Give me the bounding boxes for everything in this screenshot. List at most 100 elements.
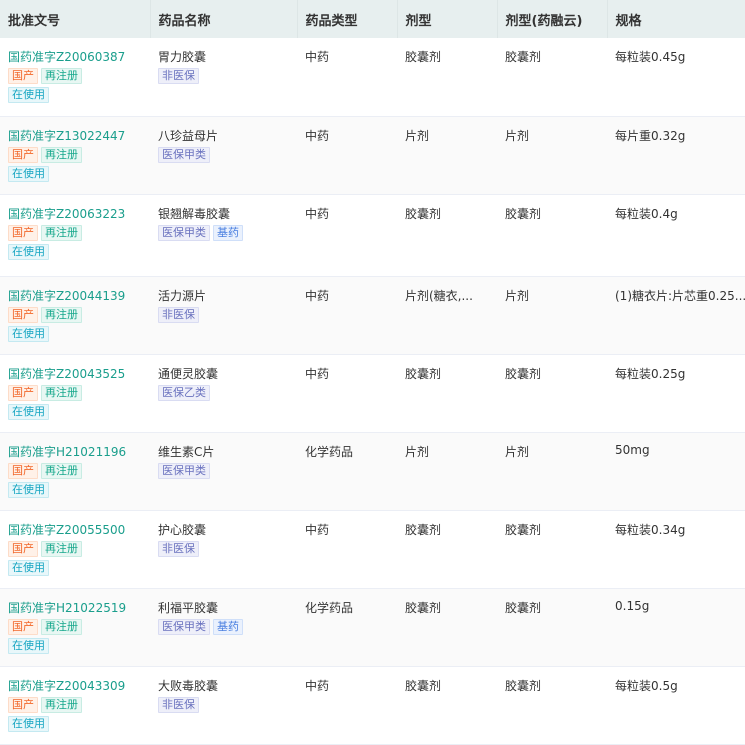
insurance-tag: 基药	[213, 224, 243, 241]
approval-link[interactable]: 国药准字Z13022447	[8, 127, 142, 144]
registration-tag: 再注册	[41, 384, 82, 401]
insurance-tag: 医保乙类	[158, 384, 210, 401]
status-tag: 在使用	[8, 637, 49, 654]
registration-tag: 再注册	[41, 306, 82, 323]
drug-name: 维生素C片	[158, 444, 215, 459]
cell-spec: 每片重0.32g	[607, 116, 745, 195]
origin-tag: 国产	[8, 384, 38, 401]
cell-form2: 片剂	[497, 432, 607, 511]
cell-form2: 片剂	[497, 276, 607, 355]
table-row[interactable]: 国药准字Z20063223 国产 再注册 在使用 银翘解毒胶囊 医保甲类 基药 中药 胶…	[0, 194, 745, 277]
cell-form: 胶囊剂	[397, 354, 497, 433]
table-row[interactable]: 国药准字Z20043525 国产 再注册 在使用 通便灵胶囊 医保乙类 中药 胶囊剂 …	[0, 354, 745, 433]
cell-name: 通便灵胶囊 医保乙类	[150, 354, 297, 433]
registration-tag: 再注册	[41, 618, 82, 635]
table-row[interactable]: 国药准字Z20055500 国产 再注册 在使用 护心胶囊 非医保 中药 胶囊剂 胶囊…	[0, 510, 745, 589]
drug-name: 大败毒胶囊	[158, 678, 219, 693]
status-tag: 在使用	[8, 403, 49, 420]
header-approval[interactable]: 批准文号	[0, 0, 151, 38]
header-name[interactable]: 药品名称	[150, 0, 298, 38]
status-tag: 在使用	[8, 325, 49, 342]
insurance-tag: 医保甲类	[158, 618, 210, 635]
cell-type: 中药	[297, 510, 397, 589]
table-row[interactable]: 国药准字Z20044139 国产 再注册在使用 活力源片非医保 中药 片剂(糖衣,…	[0, 276, 745, 355]
approval-link[interactable]: 国药准字Z20063223	[8, 205, 142, 222]
cell-spec: 每粒装0.34g	[607, 510, 745, 589]
drug-name: 胃力胶囊	[158, 50, 207, 64]
insurance-tag: 医保甲类	[158, 224, 210, 241]
cell-form: 胶囊剂	[397, 666, 497, 745]
cell-name: 护心胶囊 非医保	[150, 510, 297, 589]
origin-tag: 国产	[8, 306, 38, 323]
insurance-tag: 医保甲类	[158, 146, 210, 163]
cell-spec: 每粒装0.4g	[607, 194, 745, 277]
drug-name: 通便灵胶囊	[158, 366, 219, 381]
cell-name: 维生素C片 医保甲类	[150, 432, 297, 511]
approval-link[interactable]: 国药准字Z20055500	[8, 521, 142, 538]
drug-table: 批准文号 药品名称 药品类型 剂型 剂型(药融云) 规格 国药准字Z200603…	[0, 0, 745, 745]
cell-name: 胃力胶囊 非医保	[150, 38, 297, 117]
cell-type: 中药	[297, 354, 397, 433]
registration-tag: 再注册	[41, 696, 82, 713]
cell-form2: 胶囊剂	[497, 354, 607, 433]
origin-tag: 国产	[8, 540, 38, 557]
table-row[interactable]: 国药准字H21021196 国产 再注册 在使用 维生素C片 医保甲类 化学药品 片剂…	[0, 432, 745, 511]
cell-form: 片剂(糖衣,...	[397, 276, 497, 355]
origin-tag: 国产	[8, 696, 38, 713]
cell-form: 胶囊剂	[397, 194, 497, 277]
cell-form: 片剂	[397, 116, 497, 195]
cell-approval: 国药准字Z20063223 国产 再注册 在使用	[0, 194, 150, 277]
origin-tag: 国产	[8, 462, 38, 479]
cell-approval: 国药准字Z20043525 国产 再注册在使用	[0, 354, 150, 433]
table-header: 批准文号 药品名称 药品类型 剂型 剂型(药融云) 规格	[0, 0, 745, 38]
registration-tag: 再注册	[41, 462, 82, 479]
cell-approval: 国药准字Z13022447 国产 再注册 在使用	[0, 116, 150, 195]
approval-link[interactable]: 国药准字H21021196	[8, 443, 142, 460]
insurance-tag: 非医保	[158, 306, 199, 323]
drug-name: 护心胶囊	[158, 522, 207, 537]
header-spec[interactable]: 规格	[607, 0, 745, 38]
approval-link[interactable]: 国药准字Z20060387	[8, 48, 142, 65]
cell-spec: 50mg	[607, 432, 745, 511]
status-tag: 在使用	[8, 87, 49, 103]
insurance-tag: 非医保	[158, 696, 199, 713]
cell-spec: 每粒装0.45g	[607, 38, 745, 117]
header-form2[interactable]: 剂型(药融云)	[497, 0, 608, 38]
insurance-tag: 非医保	[158, 540, 199, 557]
header-type[interactable]: 药品类型	[297, 0, 398, 38]
approval-link[interactable]: 国药准字Z20044139	[8, 287, 142, 304]
cell-form2: 片剂	[497, 116, 607, 195]
origin-tag: 国产	[8, 68, 38, 84]
table-row[interactable]: 国药准字Z20043309 国产 再注册 在使用 大败毒胶囊 非医保 中药 胶囊剂 胶…	[0, 666, 745, 745]
cell-spec: 0.15g	[607, 588, 745, 667]
header-form[interactable]: 剂型	[397, 0, 498, 38]
status-tag: 在使用	[8, 715, 49, 732]
cell-approval: 国药准字Z20044139 国产 再注册在使用	[0, 276, 150, 355]
cell-form: 片剂	[397, 432, 497, 511]
registration-tag: 再注册	[41, 68, 82, 84]
approval-link[interactable]: 国药准字Z20043309	[8, 677, 142, 694]
cell-form: 胶囊剂	[397, 588, 497, 667]
drug-name: 活力源片	[158, 288, 207, 303]
cell-form2: 胶囊剂	[497, 666, 607, 745]
cell-type: 中药	[297, 38, 397, 117]
approval-link[interactable]: 国药准字Z20043525	[8, 365, 142, 382]
approval-link[interactable]: 国药准字H21022519	[8, 599, 142, 616]
cell-form: 胶囊剂	[397, 38, 497, 117]
cell-form2: 胶囊剂	[497, 194, 607, 277]
cell-type: 中药	[297, 276, 397, 355]
table-row[interactable]: 国药准字H21022519 国产 再注册 在使用 利福平胶囊 医保甲类 基药 化学药品 …	[0, 588, 745, 667]
cell-approval: 国药准字Z20060387 国产 再注册在使用	[0, 38, 150, 117]
cell-spec: (1)糖衣片:片芯重0.25...	[607, 276, 745, 355]
cell-type: 中药	[297, 116, 397, 195]
cell-spec: 每粒装0.5g	[607, 666, 745, 745]
status-tag: 在使用	[8, 165, 49, 182]
insurance-tag: 基药	[213, 618, 243, 635]
cell-name: 八珍益母片 医保甲类	[150, 116, 297, 195]
status-tag: 在使用	[8, 243, 49, 260]
cell-form2: 胶囊剂	[497, 588, 607, 667]
table-row[interactable]: 国药准字Z13022447 国产 再注册 在使用 八珍益母片 医保甲类 中药 片剂 片…	[0, 116, 745, 195]
registration-tag: 再注册	[41, 146, 82, 163]
cell-name: 大败毒胶囊 非医保	[150, 666, 297, 745]
table-row[interactable]: 国药准字Z20060387 国产 再注册 在使用 胃力胶囊 非医保 中药 胶囊剂 胶囊…	[0, 38, 745, 117]
